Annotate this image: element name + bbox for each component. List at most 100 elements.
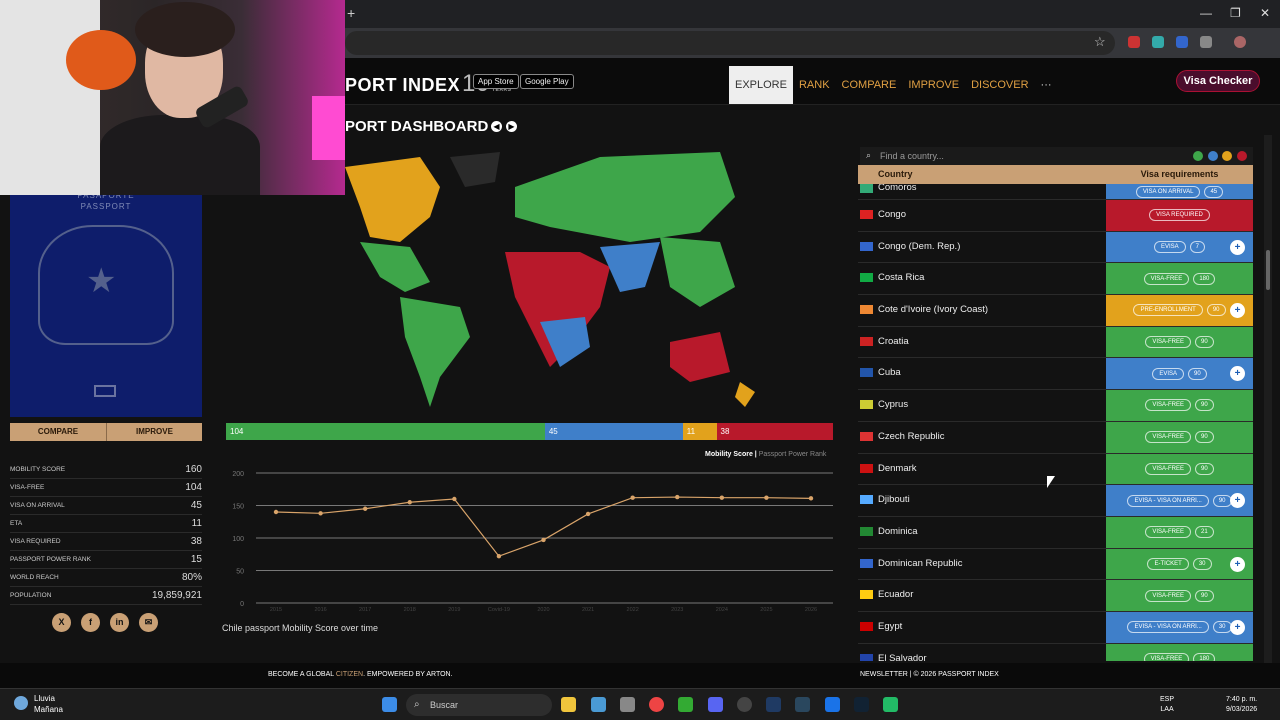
country-name[interactable]: El Salvador xyxy=(878,653,927,661)
profile-avatar[interactable] xyxy=(1234,36,1246,48)
country-row[interactable]: Dominica VISA-FREE 21 xyxy=(858,516,1253,549)
app-icon[interactable] xyxy=(883,697,898,712)
data-point[interactable] xyxy=(318,511,323,516)
country-row[interactable]: Congo (Dem. Rep.) EVISA 7 + xyxy=(858,231,1253,264)
visa-requirement-cell[interactable]: VISA-FREE 90 xyxy=(1106,453,1253,485)
nav-rank[interactable]: RANK xyxy=(793,66,836,104)
visa-requirement-cell[interactable]: VISA-FREE 21 xyxy=(1106,516,1253,548)
country-name[interactable]: Cyprus xyxy=(878,399,908,410)
extension-icon[interactable] xyxy=(1152,36,1164,48)
country-name[interactable]: Czech Republic xyxy=(878,431,945,442)
visa-requirement-cell[interactable]: EVISA 7 + xyxy=(1106,231,1253,263)
data-point[interactable] xyxy=(808,496,814,501)
bookmark-star-icon[interactable]: ☆ xyxy=(1094,34,1106,50)
improve-button[interactable]: IMPROVE xyxy=(106,423,202,441)
filter-visa-required-dot[interactable] xyxy=(1237,151,1247,161)
world-map[interactable] xyxy=(300,147,830,417)
country-name[interactable]: Croatia xyxy=(878,336,909,347)
country-row[interactable]: Comoros VISA ON ARRIVAL 45 xyxy=(858,184,1253,200)
apply-plus-icon[interactable]: + xyxy=(1230,619,1245,635)
apply-plus-icon[interactable]: + xyxy=(1230,556,1245,572)
visa-requirement-cell[interactable]: VISA-FREE 180 xyxy=(1106,643,1253,661)
apply-plus-icon[interactable]: + xyxy=(1230,303,1245,319)
data-point[interactable] xyxy=(585,511,591,517)
country-row[interactable]: Dominican Republic E-TICKET 30 + xyxy=(858,548,1253,581)
country-name[interactable]: Congo xyxy=(878,209,906,220)
map-region[interactable] xyxy=(400,297,470,407)
map-region[interactable] xyxy=(345,157,440,242)
filter-visa-free-dot[interactable] xyxy=(1193,151,1203,161)
country-row[interactable]: Cote d'Ivoire (Ivory Coast) PRE-ENROLLMEN… xyxy=(858,295,1253,327)
linkedin-icon[interactable]: in xyxy=(110,613,129,632)
visa-requirement-cell[interactable]: VISA REQUIRED xyxy=(1106,200,1253,231)
data-point[interactable] xyxy=(630,495,635,500)
next-arrow-icon[interactable]: ▶ xyxy=(506,121,517,132)
nav-explore[interactable]: EXPLORE xyxy=(729,66,793,104)
visa-checker-button[interactable]: Visa Checker xyxy=(1176,70,1260,92)
weather-icon[interactable] xyxy=(14,696,28,710)
language-indicator[interactable]: ESP LAA xyxy=(1160,695,1174,715)
settings-gear-icon[interactable] xyxy=(620,697,635,712)
country-name[interactable]: Comoros xyxy=(878,184,917,193)
prev-arrow-icon[interactable]: ◀ xyxy=(491,121,502,132)
visa-requirement-cell[interactable]: VISA ON ARRIVAL 45 xyxy=(1106,184,1253,199)
visa-requirement-cell[interactable]: EVISA - VISA ON ARRI... 30 + xyxy=(1106,611,1253,643)
breakdown-visa-required[interactable]: 38 xyxy=(716,423,833,440)
windows-start-icon[interactable] xyxy=(382,697,397,712)
clock[interactable]: 7:40 p. m. 9/03/2026 xyxy=(1226,695,1257,715)
store-icon[interactable] xyxy=(591,697,606,712)
legend-mobility-score[interactable]: Mobility Score xyxy=(705,451,753,458)
minimize-button[interactable]: — xyxy=(1200,6,1212,20)
country-name[interactable]: Denmark xyxy=(878,463,917,474)
country-row[interactable]: Czech Republic VISA-FREE 90 xyxy=(858,421,1253,454)
data-point[interactable] xyxy=(452,496,457,502)
photoshop-icon[interactable] xyxy=(766,697,781,712)
country-row[interactable]: Congo VISA REQUIRED xyxy=(858,200,1253,232)
country-row[interactable]: Croatia VISA-FREE 90 xyxy=(858,326,1253,359)
map-region[interactable] xyxy=(670,332,730,382)
visa-requirement-cell[interactable]: VISA-FREE 90 xyxy=(1106,580,1253,611)
file-explorer-icon[interactable] xyxy=(561,697,576,712)
minecraft-icon[interactable] xyxy=(678,697,693,712)
country-row[interactable]: Cuba EVISA 90 + xyxy=(858,358,1253,391)
country-name[interactable]: Ecuador xyxy=(878,589,913,600)
map-region[interactable] xyxy=(360,242,430,292)
country-row[interactable]: Costa Rica VISA-FREE 180 xyxy=(858,263,1253,296)
visa-requirement-cell[interactable]: VISA-FREE 90 xyxy=(1106,326,1253,358)
data-point[interactable] xyxy=(541,537,546,543)
apply-plus-icon[interactable]: + xyxy=(1230,493,1245,509)
map-region[interactable] xyxy=(660,237,735,307)
data-point[interactable] xyxy=(496,554,502,559)
breakdown-visa-on-arrival[interactable]: 45 xyxy=(544,423,683,440)
weather-widget[interactable]: Lluvia Mañana xyxy=(34,693,63,715)
chrome-icon[interactable] xyxy=(649,697,664,712)
taskbar-search[interactable]: ⌕ Buscar xyxy=(406,694,552,716)
country-name[interactable]: Djibouti xyxy=(878,494,910,505)
data-point[interactable] xyxy=(273,509,279,515)
extension-icon[interactable] xyxy=(1176,36,1188,48)
maximize-button[interactable]: ❐ xyxy=(1230,6,1241,20)
col-country[interactable]: Country xyxy=(858,165,1106,184)
nav-more-icon[interactable]: ··· xyxy=(1035,66,1058,104)
extensions-puzzle-icon[interactable] xyxy=(1200,36,1212,48)
scrollbar-thumb[interactable] xyxy=(1266,250,1270,290)
country-row[interactable]: Egypt EVISA - VISA ON ARRI... 30 + xyxy=(858,611,1253,644)
email-icon[interactable]: ✉ xyxy=(139,613,158,632)
compare-button[interactable]: COMPARE xyxy=(10,423,106,441)
breakdown-visa-free[interactable]: 104 xyxy=(226,423,545,440)
data-point[interactable] xyxy=(719,495,725,500)
data-point[interactable] xyxy=(764,495,769,500)
app-icon[interactable] xyxy=(854,697,869,712)
map-region[interactable] xyxy=(600,242,660,292)
data-point[interactable] xyxy=(407,500,412,505)
app-store-badge[interactable]: App Store xyxy=(473,74,519,89)
filter-eta-dot[interactable] xyxy=(1222,151,1232,161)
close-window-button[interactable]: ✕ xyxy=(1260,6,1270,20)
apply-plus-icon[interactable]: + xyxy=(1230,366,1245,382)
nav-compare[interactable]: COMPARE xyxy=(836,66,903,104)
nav-discover[interactable]: DISCOVER xyxy=(965,66,1034,104)
new-tab-button[interactable]: + xyxy=(347,5,355,21)
data-point[interactable] xyxy=(362,506,368,511)
visa-requirement-cell[interactable]: PRE-ENROLLMENT 90 + xyxy=(1106,295,1253,326)
nav-improve[interactable]: IMPROVE xyxy=(902,66,965,104)
